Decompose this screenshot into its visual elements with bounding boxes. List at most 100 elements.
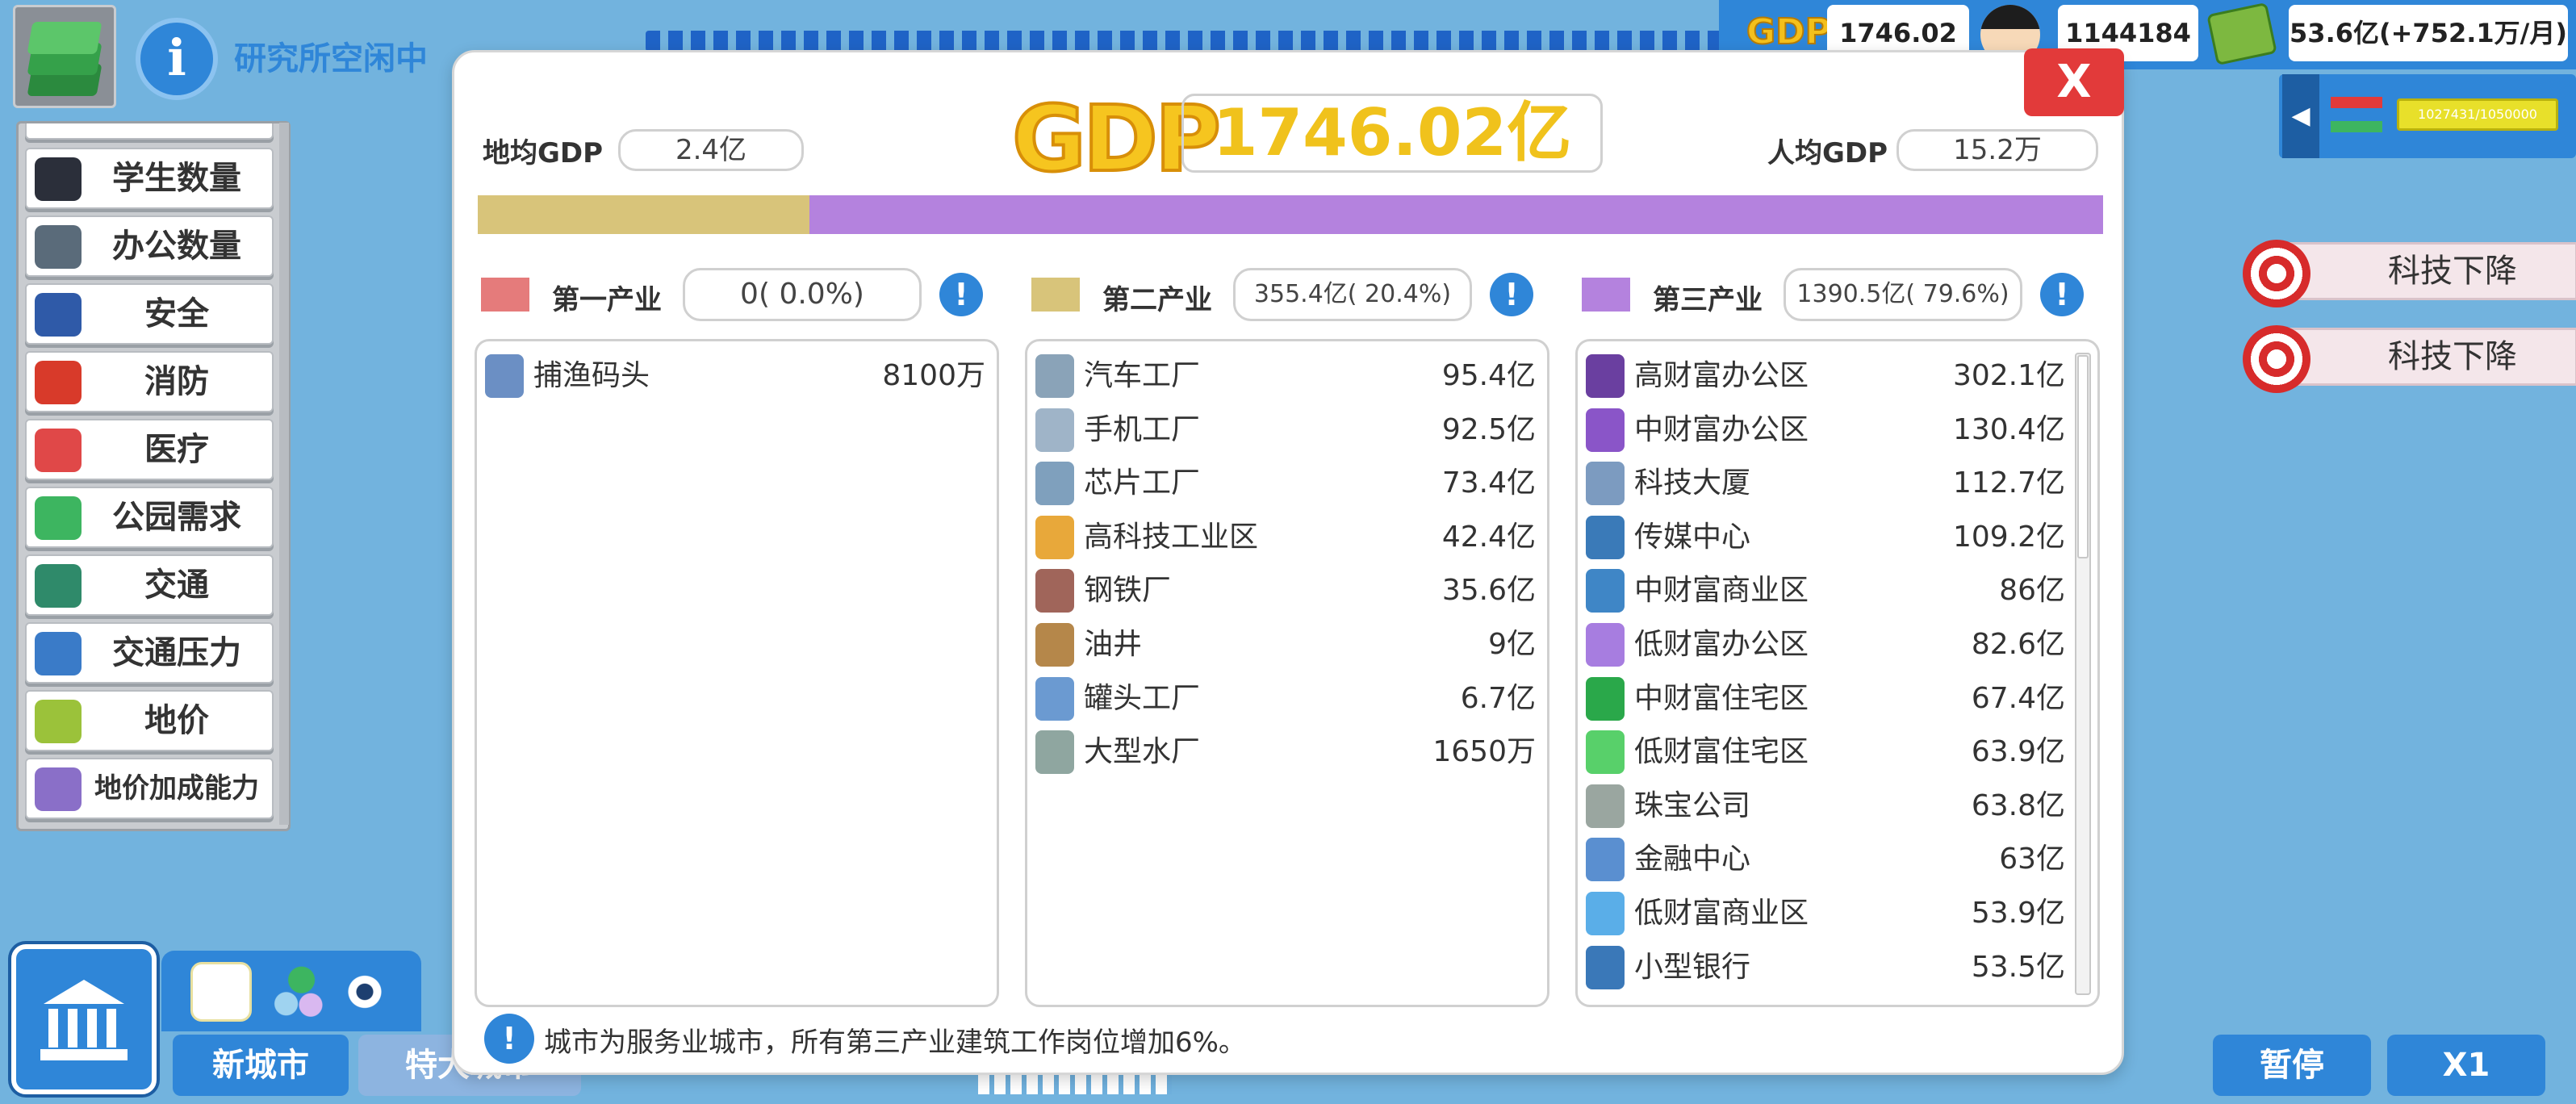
overlay-list-item-label: 学生数量 (112, 160, 241, 197)
scrollbar-thumb[interactable] (2077, 355, 2089, 558)
building-gdp: 42.4亿 (1441, 520, 1536, 554)
overlay-list-item[interactable]: 消防 (25, 351, 274, 412)
building-row[interactable]: 科技大厦 112.7亿 (1586, 457, 2065, 510)
building-row[interactable]: 低财富商业区 53.9亿 (1586, 887, 2065, 940)
gdp-total-value: 1746.02亿 (1181, 94, 1603, 173)
computer-icon (35, 225, 82, 269)
sector-building-list[interactable]: 汽车工厂 95.4亿 手机工厂 92.5亿 芯片工厂 73.4亿 高科技工业区 42.4亿 钢铁… (1025, 339, 1549, 1007)
overlay-list-item[interactable]: 公园需求 (25, 487, 274, 548)
exchange-arrows-icon[interactable] (2326, 89, 2390, 142)
overlay-list-item[interactable]: 办公数量 (25, 215, 274, 277)
overlay-list-item[interactable]: 交通压力 (25, 622, 274, 684)
building-row[interactable]: 罐头工厂 6.7亿 (1035, 672, 1536, 726)
jewelry-company-icon (1586, 784, 1625, 828)
target-icon (2243, 325, 2310, 393)
hexagon-icon[interactable] (190, 962, 252, 1022)
building-gdp: 1650万 (1432, 735, 1536, 769)
building-row[interactable]: 低财富住宅区 63.9亿 (1586, 726, 2065, 779)
fire-helmet-icon (35, 361, 82, 404)
building-name: 油井 (1084, 628, 1143, 661)
land-price-icon (35, 700, 82, 743)
building-row[interactable]: 手机工厂 92.5亿 (1035, 404, 1536, 457)
building-row[interactable]: 汽车工厂 95.4亿 (1035, 349, 1536, 403)
close-button[interactable]: X (2024, 48, 2124, 116)
overlay-list-item[interactable]: 地价加成能力 (25, 758, 274, 819)
low-office-icon (1586, 623, 1625, 667)
building-gdp: 63亿 (1999, 843, 2065, 876)
building-row[interactable]: 传媒中心 109.2亿 (1586, 511, 2065, 564)
sector-info-icon[interactable]: ! (1490, 273, 1533, 316)
target-label: 科技下降 (2388, 253, 2517, 290)
building-row[interactable]: 钢铁厂 35.6亿 (1035, 564, 1536, 617)
building-row[interactable]: 金融中心 63亿 (1586, 833, 2065, 886)
overlay-list-item[interactable]: 学生数量 (25, 148, 274, 209)
building-row[interactable]: 大型水厂 1650万 (1035, 726, 1536, 779)
target-icon (2243, 240, 2310, 307)
building-row[interactable]: 高财富办公区 302.1亿 (1586, 349, 2065, 403)
tech-tower-icon (1586, 462, 1625, 506)
target-row-1[interactable]: 科技下降 (2243, 240, 2576, 307)
secondary-proportion-segment (478, 195, 809, 234)
eye-icon[interactable] (334, 962, 395, 1022)
building-gdp: 53.9亿 (1971, 897, 2065, 930)
lab-status-text: 研究所空闲中 (234, 40, 428, 77)
bank-icon-column (87, 1009, 97, 1048)
layers-icon-top (27, 22, 102, 54)
overlay-list-item[interactable]: 医疗 (25, 419, 274, 480)
building-gdp: 63.8亿 (1971, 788, 2065, 822)
new-city-button[interactable]: 新城市 (173, 1035, 349, 1096)
info-icon[interactable]: i (136, 18, 218, 100)
bank-icon-base (40, 1049, 128, 1060)
water-plant-icon (1035, 730, 1074, 775)
layers-button[interactable] (13, 5, 116, 108)
building-row[interactable]: 中财富办公区 130.4亿 (1586, 404, 2065, 457)
building-gdp: 9亿 (1488, 628, 1536, 661)
building-name: 中财富办公区 (1634, 412, 1809, 446)
building-gdp: 67.4亿 (1971, 681, 2065, 715)
sector-building-list[interactable]: 高财富办公区 302.1亿 中财富办公区 130.4亿 科技大厦 112.7亿 传媒中心 10… (1575, 339, 2100, 1007)
gdp-hud-label[interactable]: GDP (1746, 10, 1832, 53)
building-name: 罐头工厂 (1084, 681, 1201, 715)
sector-label: 第一产业 (552, 284, 662, 316)
building-row[interactable]: 中财富商业区 86亿 (1586, 564, 2065, 617)
per-capita-gdp-value: 15.2万 (1896, 129, 2098, 171)
overlay-list-item-partial[interactable] (25, 123, 274, 140)
building-row[interactable]: 珠宝公司 63.8亿 (1586, 780, 2065, 833)
building-row[interactable]: 小型银行 53.5亿 (1586, 941, 2065, 994)
sector-info-icon[interactable]: ! (939, 273, 983, 316)
building-row[interactable]: 芯片工厂 73.4亿 (1035, 457, 1536, 510)
building-name: 低财富商业区 (1634, 897, 1809, 930)
overlay-list-item[interactable]: 地价 (25, 690, 274, 751)
building-name: 传媒中心 (1634, 520, 1751, 554)
sector-building-list[interactable]: 捕渔码头 8100万 (475, 339, 999, 1007)
building-row[interactable]: 捕渔码头 8100万 (485, 349, 985, 403)
building-gdp: 53.5亿 (1971, 950, 2065, 984)
building-row[interactable]: 高科技工业区 42.4亿 (1035, 511, 1536, 564)
sector-label: 第二产业 (1102, 284, 1212, 316)
bank-button[interactable] (11, 944, 157, 1094)
info-icon: ! (484, 1014, 534, 1064)
finance-center-icon (1586, 838, 1625, 882)
overlay-list-item[interactable]: 交通 (25, 554, 274, 616)
sector-info-icon[interactable]: ! (2040, 273, 2084, 316)
districts-icon[interactable] (265, 962, 326, 1022)
collapse-arrow-icon[interactable]: ◀ (2282, 74, 2319, 158)
chip-factory-icon (1035, 462, 1074, 506)
overlay-list-scrollbar[interactable] (279, 123, 289, 825)
target-row-2[interactable]: 科技下降 (2243, 325, 2576, 393)
graduation-cap-icon (35, 157, 82, 201)
speed-button[interactable]: X1 (2387, 1035, 2545, 1096)
pause-button[interactable]: 暂停 (2213, 1035, 2371, 1096)
overlay-list-item-label: 交通 (144, 567, 209, 604)
oil-well-icon (1035, 623, 1074, 667)
building-row[interactable]: 中财富住宅区 67.4亿 (1586, 672, 2065, 726)
building-list-scrollbar[interactable] (2075, 353, 2091, 995)
overlay-list[interactable]: 学生数量办公数量 安全 消防医疗公园需求交通交通压力地价地价加成能力 (16, 121, 291, 831)
overlay-list-item-label: 地价 (144, 702, 209, 739)
land-gdp-label: 地均GDP (483, 137, 604, 169)
overlay-list-item[interactable]: 安全 (25, 283, 274, 345)
building-row[interactable]: 低财富办公区 82.6亿 (1586, 618, 2065, 671)
building-name: 低财富住宅区 (1634, 735, 1809, 769)
traffic-pressure-icon (35, 632, 82, 675)
building-row[interactable]: 油井 9亿 (1035, 618, 1536, 671)
